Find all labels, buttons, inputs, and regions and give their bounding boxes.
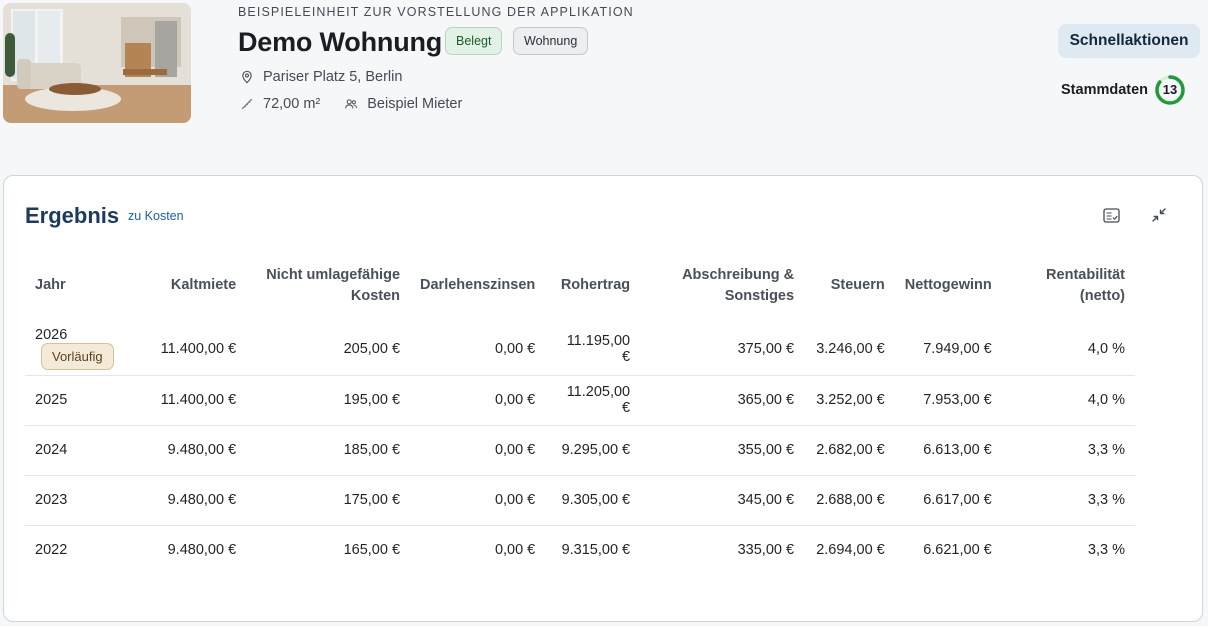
cell-gross: 9.295,00 € xyxy=(545,425,641,476)
cell-yield: 3,3 % xyxy=(1001,475,1135,526)
cell-yield: 3,3 % xyxy=(1087,542,1125,559)
unit-eyebrow: BEISPIELEINHEIT ZUR VORSTELLUNG DER APPL… xyxy=(238,5,634,19)
cell-year: 2023 xyxy=(25,475,149,526)
unit-type-badge: Wohnung xyxy=(513,27,589,55)
table-header-row: Jahr Kaltmiete Nicht umlagefähige Kosten … xyxy=(25,254,1135,317)
cell-rent: 9.480,00 € xyxy=(167,542,237,559)
master-data-count: 13 xyxy=(1162,82,1178,97)
cell-interest: 0,00 € xyxy=(410,317,546,376)
col-yield: Rentabilität (netto) xyxy=(1046,266,1125,304)
table-row: 2026Vorläufig 11.400,00 € 205,00 € 0,00 … xyxy=(25,317,1135,376)
cell-gross: 9.315,00 € xyxy=(561,542,631,559)
cell-taxes: 2.688,00 € xyxy=(804,475,895,526)
cell-net: 6.613,00 € xyxy=(894,425,1002,476)
people-icon xyxy=(344,97,358,111)
size-tenant-row: 72,00 m² Beispiel Mieter xyxy=(240,96,462,112)
cell-gross: 9.305,00 € xyxy=(545,475,641,526)
cell-net: 6.617,00 € xyxy=(894,475,1002,526)
cell-year: 2024 xyxy=(25,425,149,476)
map-pin-icon xyxy=(240,70,254,84)
col-gross: Rohertrag xyxy=(560,277,631,293)
cell-yield: 4,0 % xyxy=(1001,317,1135,376)
collapse-icon[interactable] xyxy=(1149,205,1169,225)
cell-year: 2025 xyxy=(25,375,149,426)
col-year: Jahr xyxy=(35,277,66,293)
cell-interest: 0,00 € xyxy=(410,425,546,476)
cell-net: 6.621,00 € xyxy=(923,542,992,559)
cell-interest: 0,00 € xyxy=(410,375,546,426)
master-data-label: Stammdaten xyxy=(1061,82,1149,98)
table-row: 2023 9.480,00 € 175,00 € 0,00 € 9.305,00… xyxy=(25,475,1135,526)
col-taxes: Steuern xyxy=(830,277,885,293)
address-row: Pariser Platz 5, Berlin xyxy=(240,69,402,85)
col-depreciation: Abschreibung & Sonstiges xyxy=(682,266,795,304)
cell-net: 7.953,00 € xyxy=(894,375,1002,426)
cell-taxes: 3.252,00 € xyxy=(804,375,895,426)
table-row: 2025 11.400,00 € 195,00 € 0,00 € 11.205,… xyxy=(25,375,1135,426)
col-nonalloc: Nicht umlagefähige Kosten xyxy=(266,266,401,304)
cell-interest: 0,00 € xyxy=(494,542,536,559)
cell-taxes: 2.694,00 € xyxy=(816,542,885,559)
status-badge: Belegt xyxy=(445,27,503,55)
cell-taxes: 3.246,00 € xyxy=(804,317,895,376)
col-net: Nettogewinn xyxy=(904,277,992,293)
unit-title: Demo Wohnung xyxy=(238,27,443,57)
table-row: 2024 9.480,00 € 185,00 € 0,00 € 9.295,00… xyxy=(25,425,1135,476)
cell-rent: 9.480,00 € xyxy=(148,475,247,526)
result-table: Jahr Kaltmiete Nicht umlagefähige Kosten … xyxy=(25,254,1135,575)
cell-depreciation: 345,00 € xyxy=(640,475,805,526)
property-photo xyxy=(3,3,191,123)
cell-depreciation: 355,00 € xyxy=(640,425,805,476)
col-interest: Darlehenszinsen xyxy=(420,277,536,293)
cell-gross: 11.205,00 € xyxy=(545,375,641,426)
cell-depreciation: 375,00 € xyxy=(640,317,805,376)
address-text: Pariser Platz 5, Berlin xyxy=(263,69,403,85)
tenant-text: Beispiel Mieter xyxy=(367,96,463,112)
cell-depreciation: 365,00 € xyxy=(640,375,805,426)
cell-nonalloc: 205,00 € xyxy=(246,317,411,376)
result-card: Ergebnis zu Kosten Jahr Kaltmiete Nicht … xyxy=(3,175,1203,622)
cell-rent: 11.400,00 € xyxy=(148,375,247,426)
cell-rent: 9.480,00 € xyxy=(148,425,247,476)
cell-interest: 0,00 € xyxy=(410,475,546,526)
card-title: Ergebnis xyxy=(25,203,120,228)
preliminary-badge: Vorläufig xyxy=(41,343,114,371)
cell-depreciation: 335,00 € xyxy=(737,542,795,559)
cell-nonalloc: 185,00 € xyxy=(246,425,411,476)
quick-actions-button[interactable]: Schnellaktionen xyxy=(1058,24,1200,58)
cell-gross: 11.195,00 € xyxy=(545,317,641,376)
size-text: 72,00 m² xyxy=(263,96,321,112)
cell-yield: 3,3 % xyxy=(1001,425,1135,476)
master-data-progress-ring: 13 xyxy=(1154,74,1186,106)
table-row: 2022 9.480,00 € 165,00 € 0,00 € 9.315,00… xyxy=(25,525,1135,575)
master-data-indicator[interactable]: Stammdaten 13 xyxy=(1061,74,1186,106)
cell-net: 7.949,00 € xyxy=(894,317,1002,376)
cell-taxes: 2.682,00 € xyxy=(804,425,895,476)
cell-year: 2022 xyxy=(35,542,68,559)
ruler-icon xyxy=(240,97,254,111)
chart-list-icon[interactable] xyxy=(1101,205,1121,225)
costs-link[interactable]: zu Kosten xyxy=(128,209,184,223)
cell-year: 2026Vorläufig xyxy=(25,317,149,376)
cell-nonalloc: 175,00 € xyxy=(246,475,411,526)
cell-rent: 11.400,00 € xyxy=(148,317,247,376)
col-rent: Kaltmiete xyxy=(170,277,237,293)
cell-yield: 4,0 % xyxy=(1001,375,1135,426)
cell-nonalloc: 165,00 € xyxy=(343,542,401,559)
cell-nonalloc: 195,00 € xyxy=(246,375,411,426)
